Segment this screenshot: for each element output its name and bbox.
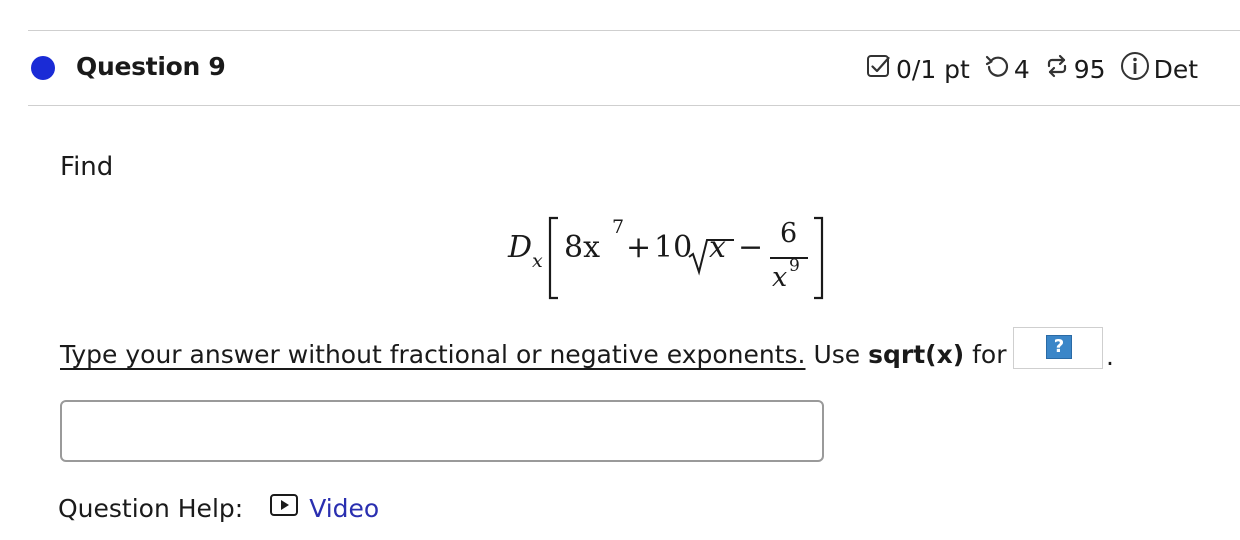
video-help-link[interactable]: Video (269, 492, 379, 524)
term-eight-x-exponent: 7 (612, 216, 625, 238)
sqrt-symbol-help[interactable]: ? (1013, 327, 1103, 369)
details-link[interactable]: Det (1154, 55, 1198, 84)
instruction-underlined: Type your answer without fractional or n… (60, 340, 806, 369)
plus-sign: + (626, 230, 652, 265)
minus-sign: − (738, 230, 764, 265)
retry-icon (984, 53, 1010, 85)
sqrt-radicand: x (709, 230, 726, 265)
question-meta: 0/1 pt 4 95 Det (866, 52, 1198, 86)
question-prompt: Find (60, 152, 114, 182)
question-title: Question 9 (76, 52, 226, 81)
attempts-count: 95 (1073, 54, 1106, 84)
question-status-dot (31, 56, 55, 80)
video-link-label[interactable]: Video (309, 494, 379, 523)
fraction-denominator-exponent: 9 (789, 256, 800, 276)
question-mark-icon[interactable]: ? (1046, 335, 1072, 359)
instruction-use: Use (813, 340, 861, 369)
instruction-period: . (1106, 342, 1114, 371)
answer-input[interactable] (60, 400, 824, 462)
fraction-denominator: x (772, 262, 788, 293)
question-page: Question 9 0/1 pt 4 95 Det Find D x 8x 7… (0, 0, 1240, 540)
instruction-sqrt: sqrt(x) (868, 340, 965, 369)
retries-count: 4 (1013, 54, 1030, 84)
header-divider (28, 105, 1240, 106)
instruction-for: for (972, 340, 1007, 369)
term-ten-coefficient: 10 (654, 230, 693, 265)
fraction-numerator: 6 (780, 218, 798, 249)
term-eight-x: 8x (564, 230, 601, 265)
attempts-icon (1044, 53, 1070, 85)
question-help: Question Help: Video (58, 492, 379, 524)
question-help-label: Question Help: (58, 493, 244, 523)
score-text: 0/1 pt (896, 54, 970, 84)
checkbox-icon (866, 53, 892, 85)
info-icon[interactable] (1120, 51, 1150, 87)
play-icon[interactable] (269, 492, 299, 524)
question-header: Question 9 0/1 pt 4 95 Det (0, 30, 1240, 105)
answer-instructions: Type your answer without fractional or n… (60, 340, 1007, 369)
